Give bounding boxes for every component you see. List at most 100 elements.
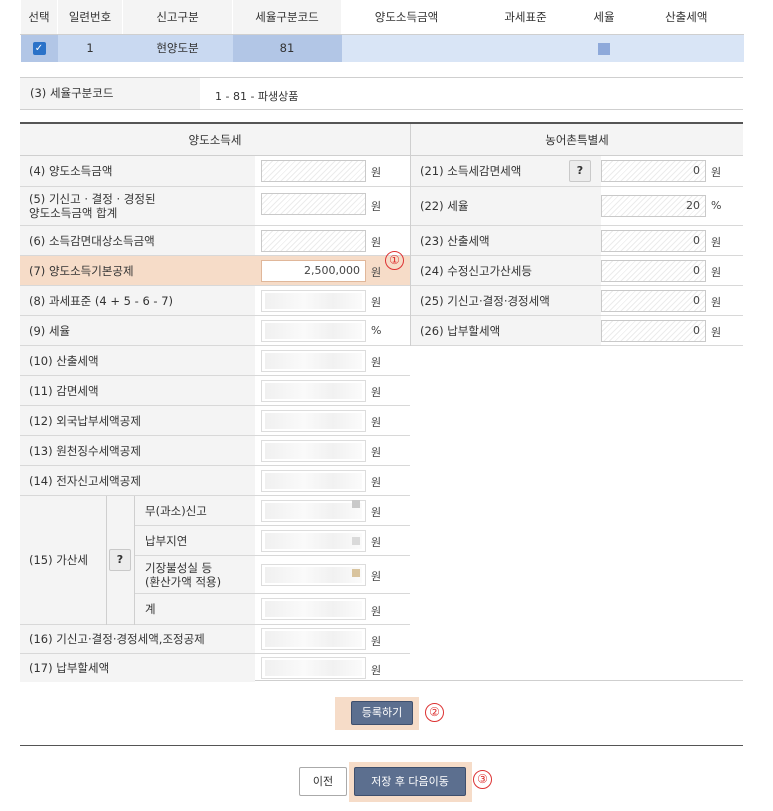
tax-base-cell: 원 xyxy=(255,286,410,316)
label-rural-calculated-tax: (23) 산출세액 xyxy=(411,226,601,256)
label-reduction-tax: (11) 감면세액 xyxy=(20,376,255,406)
unit-won: 원 xyxy=(371,166,382,179)
unit-won: 원 xyxy=(371,236,382,249)
unit-won: 원 xyxy=(711,296,722,309)
unit-won: 원 xyxy=(711,166,722,179)
label-e-filing-credit: (14) 전자신고세액공제 xyxy=(20,466,255,496)
penalty-total-input[interactable] xyxy=(261,598,366,620)
label-rural-tax-rate: (22) 세율 xyxy=(411,187,601,226)
unit-percent: % xyxy=(371,324,382,337)
row-rate-code: 81 xyxy=(232,34,342,62)
table-row[interactable]: ✓ 1 현양도분 81 xyxy=(20,34,744,62)
marker-3: ③ xyxy=(473,770,492,789)
col-header-select: 선택 xyxy=(20,0,58,35)
e-filing-credit-input[interactable] xyxy=(261,470,366,492)
penalty-help-button[interactable]: ? xyxy=(109,549,131,571)
rural-prior-tax-input[interactable]: 0 xyxy=(601,290,706,312)
transfer-income-tax-header: 양도소득세 xyxy=(20,124,410,156)
income-tax-reduction-help-button[interactable]: ? xyxy=(569,160,591,182)
label-penalty-total: 계 xyxy=(135,594,255,625)
label-rural-prior-tax: (25) 기신고·결정·경정세액 xyxy=(411,286,601,316)
unit-won: 원 xyxy=(371,476,382,489)
prior-tax-adjustment-input[interactable] xyxy=(261,628,366,650)
tax-base-input[interactable] xyxy=(261,290,366,312)
register-button[interactable]: 등록하기 xyxy=(351,701,413,725)
col-header-serial: 일련번호 xyxy=(57,0,123,35)
rural-prior-tax-cell: 0 원 xyxy=(601,286,743,316)
report-grid: 선택 일련번호 신고구분 세율구분코드 양도소득금액 과세표준 세율 산출세액 … xyxy=(20,0,744,62)
label-reduction-target-income: (6) 소득감면대상소득금액 xyxy=(20,226,255,256)
rural-special-tax-header: 농어촌특별세 xyxy=(411,124,743,156)
unit-won: 원 xyxy=(371,605,382,618)
row-tax-base xyxy=(471,34,580,62)
penalty-help-cell: ? xyxy=(106,496,134,625)
unit-won: 원 xyxy=(371,635,382,648)
reduction-tax-input[interactable] xyxy=(261,380,366,402)
unit-won: 원 xyxy=(371,386,382,399)
unit-won: 원 xyxy=(371,506,382,519)
prior-reported-total-input[interactable] xyxy=(261,193,366,215)
label-prior-reported-total: (5) 기신고 · 결정 · 경정된 양도소득금액 합계 xyxy=(20,187,255,226)
penalty-total-cell: 원 xyxy=(255,594,410,625)
label-penalty-tax: (15) 가산세 xyxy=(20,496,106,625)
rate-code-label: (3) 세율구분코드 xyxy=(20,78,200,109)
rural-payable-tax-input[interactable]: 0 xyxy=(601,320,706,342)
reduction-target-income-input[interactable] xyxy=(261,230,366,252)
penalty-divider xyxy=(106,496,107,625)
e-filing-credit-cell: 원 xyxy=(255,466,410,496)
tax-rate-cell: % xyxy=(255,316,410,346)
withholding-credit-cell: 원 xyxy=(255,436,410,466)
col-header-tax-rate: 세율 xyxy=(579,0,629,35)
unit-won: 원 xyxy=(371,296,382,309)
row-tax-rate-cell xyxy=(598,42,610,55)
prev-button[interactable]: 이전 xyxy=(299,767,347,796)
basic-deduction-input[interactable]: 2,500,000 xyxy=(261,260,366,282)
rural-tax-rate-input[interactable]: 20 xyxy=(601,195,706,217)
rural-calculated-tax-cell: 0 원 xyxy=(601,226,743,256)
rural-payable-tax-cell: 0 원 xyxy=(601,316,743,346)
calculated-tax-cell: 원 xyxy=(255,346,410,376)
foreign-tax-credit-input[interactable] xyxy=(261,410,366,432)
input-status-mark xyxy=(352,500,360,508)
transfer-income-input[interactable] xyxy=(261,160,366,182)
label-basic-deduction: (7) 양도소득기본공제 xyxy=(20,256,255,286)
income-tax-reduction-input[interactable]: 0 xyxy=(601,160,706,182)
label-tax-rate: (9) 세율 xyxy=(20,316,255,346)
col-header-tax-base: 과세표준 xyxy=(471,0,580,35)
tax-rate-input[interactable] xyxy=(261,320,366,342)
payable-tax-cell: 원 xyxy=(255,654,410,682)
amended-penalty-cell: 0 원 xyxy=(601,256,743,286)
unit-won: 원 xyxy=(371,200,382,213)
row-serial: 1 xyxy=(57,34,123,62)
unit-won: 원 xyxy=(711,326,722,339)
bookkeeping-penalty-input[interactable] xyxy=(261,564,366,586)
label-bookkeeping-penalty: 기장불성실 등 (환산가액 적용) xyxy=(135,556,255,594)
label-transfer-income: (4) 양도소득금액 xyxy=(20,156,255,187)
unit-won: 원 xyxy=(371,356,382,369)
payable-tax-input[interactable] xyxy=(261,657,366,679)
row-select-checkbox[interactable]: ✓ xyxy=(32,42,46,56)
rural-calculated-tax-input[interactable]: 0 xyxy=(601,230,706,252)
amended-penalty-input[interactable]: 0 xyxy=(601,260,706,282)
save-next-button[interactable]: 저장 후 다음이동 xyxy=(354,767,466,796)
label-foreign-tax-credit: (12) 외국납부세액공제 xyxy=(20,406,255,436)
input-status-mark xyxy=(352,569,360,577)
underreport-penalty-input[interactable] xyxy=(261,500,366,522)
row-transfer-income xyxy=(341,34,472,62)
withholding-credit-input[interactable] xyxy=(261,440,366,462)
label-late-payment-penalty: 납부지연 xyxy=(135,526,255,556)
unit-percent: % xyxy=(711,199,722,212)
unit-won: 원 xyxy=(371,536,382,549)
rural-tax-rate-cell: 20 % xyxy=(601,187,743,226)
label-calculated-tax: (10) 산출세액 xyxy=(20,346,255,376)
footer-divider xyxy=(20,745,743,746)
col-header-calculated-tax: 산출세액 xyxy=(628,0,744,35)
label-underreport-penalty: 무(과소)신고 xyxy=(135,496,255,526)
late-payment-penalty-input[interactable] xyxy=(261,530,366,552)
calculated-tax-input[interactable] xyxy=(261,350,366,372)
row-calculated-tax xyxy=(628,34,744,62)
label-prior-tax-adjustment: (16) 기신고·결정·경정세액,조정공제 xyxy=(20,625,255,654)
transfer-income-cell: 원 xyxy=(255,156,410,187)
unit-won: 원 xyxy=(371,446,382,459)
reduction-target-income-cell: 원 xyxy=(255,226,410,256)
